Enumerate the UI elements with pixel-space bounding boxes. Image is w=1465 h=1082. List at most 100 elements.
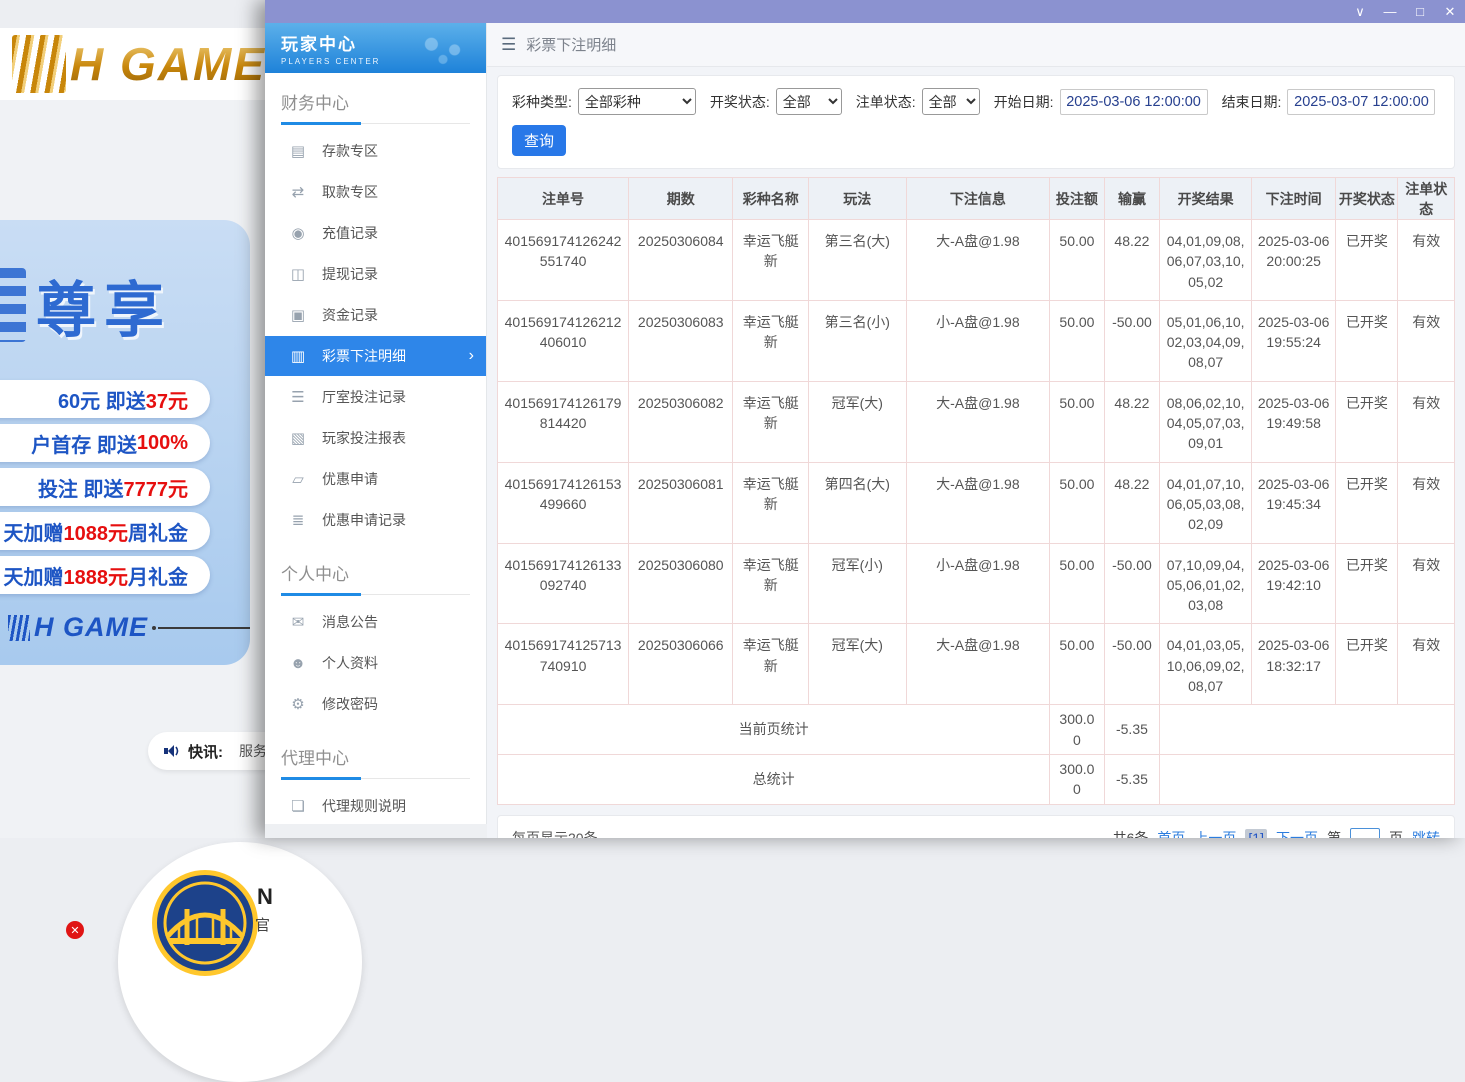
sidebar-item-彩票下注明细[interactable]: ▥ 彩票下注明细 › (265, 336, 486, 376)
sidebar-item-取款专区[interactable]: ⇄ 取款专区 › (265, 172, 486, 212)
cell-bet-id: 401569174126212406010 (498, 300, 629, 381)
sidebar-item-label: 充值记录 (322, 223, 378, 243)
summary-label: 当前页统计 (498, 705, 1050, 755)
sidebar-item-label: 玩家投注报表 (322, 428, 406, 448)
team-logo (152, 870, 258, 976)
summary-amount: 300.00 (1050, 754, 1105, 804)
search-button[interactable]: 查询 (512, 125, 566, 156)
sidebar-item-存款专区[interactable]: ▤ 存款专区 › (265, 131, 486, 171)
sidebar-item-label: 优惠申请记录 (322, 510, 406, 530)
jump-suffix-label: 页 (1389, 828, 1403, 838)
hamburger-icon[interactable]: ☰ (501, 35, 516, 55)
promo-pill: 天加赠1088元周礼金 (0, 512, 210, 550)
promo-pill: 户首存 即送100% (0, 424, 210, 462)
sidebar-item-玩家投注报表[interactable]: ▧ 玩家投注报表 › (265, 418, 486, 458)
cell-bet-info: 大-A盘@1.98 (906, 381, 1050, 462)
jump-link[interactable]: 跳转 (1412, 828, 1440, 838)
summary-label: 总统计 (498, 754, 1050, 804)
column-header: 投注额 (1050, 178, 1105, 220)
column-header: 彩种名称 (733, 178, 809, 220)
cell-bet-time: 2025-03-06 19:55:24 (1252, 300, 1336, 381)
sidebar-section-title: 个人中心 (281, 560, 470, 595)
cell-bet-time: 2025-03-06 19:42:10 (1252, 543, 1336, 624)
cell-bet-info: 小-A盘@1.98 (906, 543, 1050, 624)
total-count: 共6条 (1113, 828, 1149, 838)
order-status-select[interactable]: 全部 (922, 88, 980, 115)
cell-play: 第三名(小) (809, 300, 907, 381)
page-jump-input[interactable] (1350, 828, 1380, 838)
table-row: 401569174126179814420 20250306082 幸运飞艇新 … (498, 381, 1455, 462)
sidebar-item-资金记录[interactable]: ▣ 资金记录 › (265, 295, 486, 335)
jump-prefix-label: 第 (1327, 828, 1341, 838)
current-page-badge: [1] (1245, 829, 1267, 838)
cell-draw-result: 07,10,09,04,05,06,01,02,03,08 (1160, 543, 1252, 624)
close-button[interactable]: ✕ (1435, 0, 1465, 23)
player-report-icon: ▧ (289, 429, 307, 447)
logo-bars-icon (12, 35, 66, 93)
end-date-input[interactable] (1287, 89, 1435, 115)
cell-winloss: 48.22 (1104, 220, 1160, 301)
bottom-card-text: N (257, 884, 273, 910)
summary-winloss: -5.35 (1104, 705, 1160, 755)
cell-order-status: 有效 (1398, 462, 1455, 543)
cell-bet-time: 2025-03-06 20:00:25 (1252, 220, 1336, 301)
chevron-down-icon[interactable]: ∨ (1345, 0, 1375, 23)
cell-lottery-name: 幸运飞艇新 (733, 462, 809, 543)
maximize-button[interactable]: □ (1405, 0, 1435, 23)
summary-empty (1160, 705, 1455, 755)
prev-page-link[interactable]: 上一页 (1194, 828, 1236, 838)
sidebar-item-优惠申请[interactable]: ▱ 优惠申请 › (265, 459, 486, 499)
page-size-label: 每页显示20条 (512, 828, 598, 838)
minimize-button[interactable]: — (1375, 0, 1405, 23)
first-page-link[interactable]: 首页 (1157, 828, 1185, 838)
cell-play: 冠军(小) (809, 543, 907, 624)
sidebar-item-label: 资金记录 (322, 305, 378, 325)
recharge-moneybag-icon: ◉ (289, 224, 307, 242)
cell-draw-result: 05,01,06,10,02,03,04,09,08,07 (1160, 300, 1252, 381)
sidebar-item-修改密码[interactable]: ⚙ 修改密码 › (265, 684, 486, 724)
lottery-type-label: 彩种类型: (512, 92, 572, 112)
player-center-window: ∨ — □ ✕ 玩家中心 PLAYERS CENTER 财务中心 ▤ (265, 0, 1465, 838)
start-date-input[interactable] (1060, 89, 1208, 115)
cell-draw-status: 已开奖 (1336, 381, 1398, 462)
cell-amount: 50.00 (1050, 543, 1105, 624)
cell-bet-id: 401569174126242551740 (498, 220, 629, 301)
sidebar-item-厅室投注记录[interactable]: ☰ 厅室投注记录 › (265, 377, 486, 417)
pagination-bar: 每页显示20条 共6条 首页 上一页 [1] 下一页 第 页 跳转 (497, 815, 1455, 838)
cell-amount: 50.00 (1050, 381, 1105, 462)
cell-lottery-name: 幸运飞艇新 (733, 543, 809, 624)
sidebar-item-label: 厅室投注记录 (322, 387, 406, 407)
sidebar-item-消息公告[interactable]: ✉ 消息公告 › (265, 602, 486, 642)
promo-pill-list: 60元 即送37元 户首存 即送100% 投注 即送7777元 天加赠1088元… (0, 380, 210, 600)
draw-status-select[interactable]: 全部 (776, 88, 842, 115)
cell-play: 第三名(大) (809, 220, 907, 301)
sidebar-item-代理规则说明[interactable]: ❏ 代理规则说明 › (265, 786, 486, 824)
column-header: 开奖状态 (1336, 178, 1398, 220)
cell-draw-result: 08,06,02,10,04,05,07,03,09,01 (1160, 381, 1252, 462)
sidebar-item-充值记录[interactable]: ◉ 充值记录 › (265, 213, 486, 253)
sidebar-item-优惠申请记录[interactable]: ≣ 优惠申请记录 › (265, 500, 486, 540)
cell-draw-status: 已开奖 (1336, 462, 1398, 543)
sidebar-item-label: 彩票下注明细 (322, 346, 406, 366)
lottery-type-select[interactable]: 全部彩种 (578, 88, 696, 115)
cell-bet-time: 2025-03-06 18:32:17 (1252, 624, 1336, 705)
deposit-card-icon: ▤ (289, 142, 307, 160)
table-row: 401569174126242551740 20250306084 幸运飞艇新 … (498, 220, 1455, 301)
sidebar-item-提现记录[interactable]: ◫ 提现记录 › (265, 254, 486, 294)
sidebar-item-个人资料[interactable]: ☻ 个人资料 › (265, 643, 486, 683)
document-icon: ❏ (289, 797, 307, 815)
promo-partial-glyph (0, 268, 26, 342)
cell-bet-time: 2025-03-06 19:49:58 (1252, 381, 1336, 462)
promo-record-icon: ≣ (289, 511, 307, 529)
cell-amount: 50.00 (1050, 300, 1105, 381)
cell-bet-info: 大-A盘@1.98 (906, 624, 1050, 705)
speaker-icon (164, 744, 180, 758)
order-status-label: 注单状态: (856, 92, 916, 112)
promo-pill: 投注 即送7777元 (0, 468, 210, 506)
close-badge-button[interactable]: ✕ (66, 921, 84, 939)
sidebar-section-title: 财务中心 (281, 89, 470, 124)
cell-order-status: 有效 (1398, 300, 1455, 381)
next-page-link[interactable]: 下一页 (1276, 828, 1318, 838)
cell-order-status: 有效 (1398, 220, 1455, 301)
column-header: 注单号 (498, 178, 629, 220)
